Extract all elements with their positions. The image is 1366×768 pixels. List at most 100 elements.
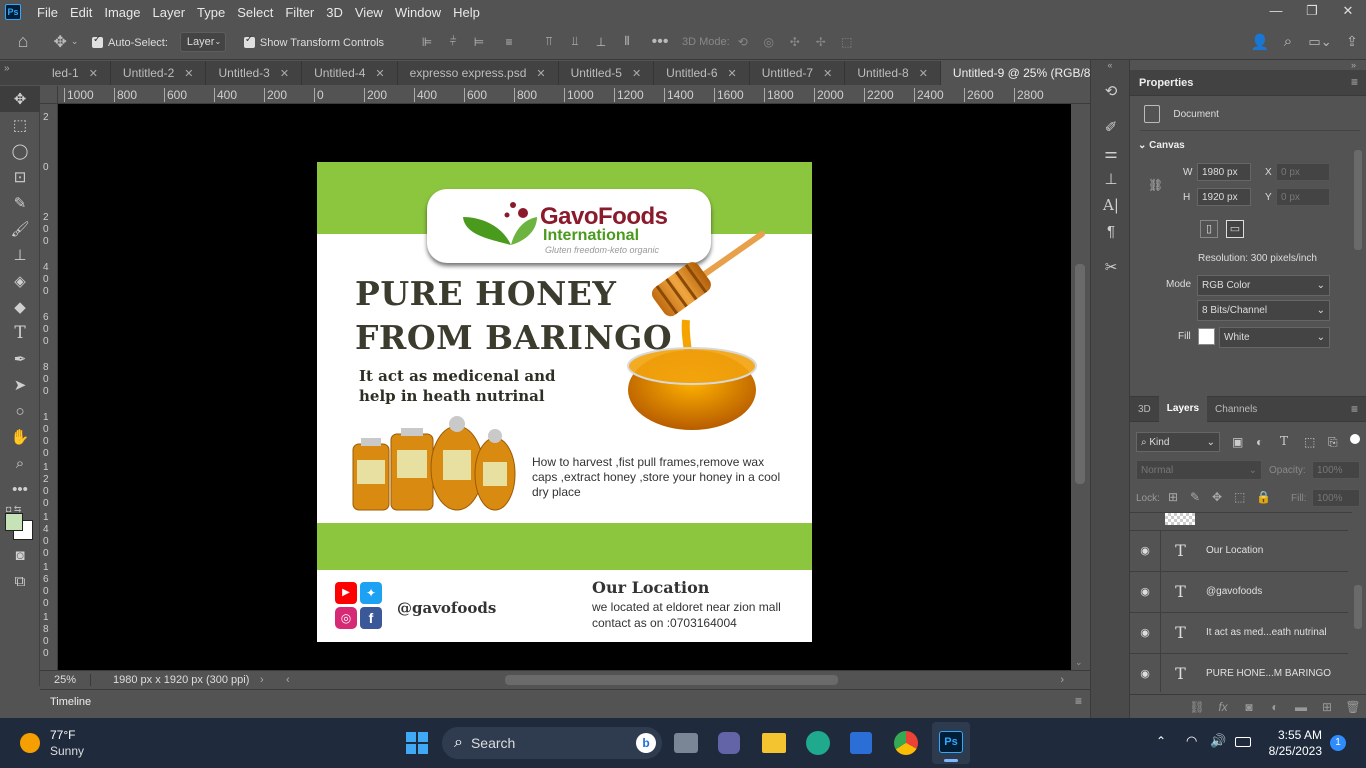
more-tools-icon[interactable]: ••• [0, 476, 40, 502]
tab-doc-5[interactable]: expresso express.psd ✕ [398, 61, 559, 85]
expand-panels-icon[interactable]: « [1091, 60, 1129, 78]
close-button[interactable]: ✕ [1330, 0, 1366, 24]
fill-swatch[interactable] [1198, 328, 1215, 345]
stamp-tool-icon[interactable]: ⊥ [0, 242, 40, 268]
vertical-scroll-thumb[interactable] [1075, 264, 1085, 484]
landscape-icon[interactable]: ▭ [1226, 220, 1244, 238]
marquee-tool-icon[interactable]: ⬚ [0, 112, 40, 138]
move-tool-icon[interactable]: ✥ [0, 86, 40, 112]
menu-help[interactable]: Help [447, 5, 486, 20]
filter-image-icon[interactable]: ▣ [1232, 435, 1243, 449]
layer-filter-dropdown[interactable]: ⌕ Kind ⌄ [1136, 432, 1220, 452]
menu-window[interactable]: Window [389, 5, 447, 20]
clock-time[interactable]: 3:55 AM [1270, 728, 1322, 742]
scroll-right-icon[interactable]: › [1060, 674, 1064, 686]
tab-doc-3[interactable]: Untitled-3 ✕ [206, 61, 303, 85]
vertical-scrollbar[interactable]: ⌄ [1071, 104, 1090, 670]
delete-layer-icon[interactable]: 🗑 [1340, 700, 1366, 714]
foreground-color-swatch[interactable] [5, 513, 23, 531]
x-field[interactable]: 0 px [1276, 163, 1330, 181]
adjustment-layer-icon[interactable]: ◐ [1262, 700, 1288, 714]
status-menu-icon[interactable]: › [260, 674, 280, 686]
eyedropper-icon[interactable]: ✎ [0, 190, 40, 216]
panel-collapse-icon[interactable]: » [0, 61, 40, 85]
tab-layers[interactable]: Layers [1158, 396, 1208, 422]
chrome-icon[interactable] [894, 731, 918, 755]
weather-temp[interactable]: 77°F [50, 728, 75, 742]
filter-toggle[interactable] [1350, 434, 1360, 444]
more-options-icon[interactable]: ••• [640, 33, 680, 51]
minimize-button[interactable]: — [1258, 0, 1294, 24]
weather-sun-icon[interactable] [20, 733, 40, 753]
wifi-icon[interactable]: ◠ [1186, 733, 1197, 749]
layer-fill-field[interactable]: 100% [1312, 489, 1360, 507]
weather-condition[interactable]: Sunny [50, 744, 84, 758]
align-bottom-icon[interactable]: ⊥ [588, 35, 614, 49]
artboard[interactable]: GavoFoods International Gluten freedom-k… [317, 162, 812, 642]
tab-doc-6[interactable]: Untitled-5 ✕ [559, 61, 655, 85]
align-center-icon[interactable]: ⫩ [440, 34, 466, 49]
tab-doc-7[interactable]: Untitled-6 ✕ [654, 61, 750, 85]
lock-position-icon[interactable]: ✥ [1212, 490, 1222, 504]
properties-tab[interactable]: Properties [1139, 77, 1193, 89]
link-icon[interactable]: ⛓ [1148, 178, 1163, 192]
add-mask-icon[interactable]: ◙ [1236, 700, 1262, 714]
color-swatches[interactable]: ◘ ⇆ [0, 502, 39, 542]
share-user-icon[interactable]: 👤 [1246, 33, 1274, 51]
properties-menu-icon[interactable]: ≡ [1351, 75, 1358, 89]
properties-scroll-thumb[interactable] [1354, 150, 1362, 250]
zoom-level[interactable]: 25% [40, 674, 90, 686]
pen-tool-icon[interactable]: ✒ [0, 346, 40, 372]
collapse-right-icon[interactable]: » [1351, 60, 1356, 70]
height-field[interactable]: 1920 px [1197, 188, 1251, 206]
layer-row[interactable]: ◉ T It act as med...eath nutrinal [1130, 612, 1348, 653]
scroll-left-icon[interactable]: ‹ [286, 674, 290, 686]
move-tool-icon[interactable]: ✥ ⌄ [46, 32, 86, 52]
clock-date[interactable]: 8/25/2023 [1264, 744, 1322, 758]
teams-icon[interactable] [718, 732, 740, 754]
edge-icon[interactable] [806, 731, 830, 755]
opacity-field[interactable]: 100% [1312, 461, 1360, 479]
eye-icon[interactable]: ◉ [1130, 544, 1160, 557]
layer-row[interactable]: ◉ T Our Location [1130, 530, 1348, 571]
screen-mode-icon[interactable]: ⧉ [0, 568, 40, 594]
tab-3d[interactable]: 3D [1130, 404, 1159, 415]
lock-all-icon[interactable]: 🔒 [1256, 490, 1271, 504]
new-layer-icon[interactable]: ⊞ [1314, 700, 1340, 714]
link-layers-icon[interactable]: ⛓ [1184, 700, 1210, 714]
paragraph-icon[interactable]: ¶ [1091, 218, 1131, 244]
lasso-tool-icon[interactable]: ◯ [0, 138, 40, 164]
menu-layer[interactable]: Layer [147, 5, 192, 20]
align-left-icon[interactable]: ⊫ [414, 35, 440, 49]
timeline-tab[interactable]: Timeline [50, 696, 91, 708]
brush-settings-icon[interactable]: ✐ [1091, 114, 1131, 140]
brush-tool-icon[interactable]: 🖌 [0, 216, 40, 242]
lock-pixels-icon[interactable]: ⊞ [1168, 490, 1178, 504]
roll-3d-icon[interactable]: ◎ [756, 35, 782, 49]
task-view-icon[interactable] [674, 733, 698, 753]
distribute-vertical-icon[interactable]: ⫴ [614, 34, 640, 49]
layer-row[interactable]: ◉ T @gavofoods [1130, 571, 1348, 612]
menu-3d[interactable]: 3D [320, 5, 349, 20]
path-select-icon[interactable]: ➤ [0, 372, 40, 398]
tab-doc-1[interactable]: led-1 ✕ [40, 61, 111, 85]
auto-select-dropdown[interactable]: Layer ⌄ [179, 31, 226, 52]
auto-select-checkbox[interactable]: Auto-Select: [92, 34, 168, 49]
quick-mask-icon[interactable]: ◙ [0, 542, 40, 568]
lock-paint-icon[interactable]: ✎ [1190, 490, 1200, 504]
scroll-down-icon[interactable]: ⌄ [1075, 657, 1083, 668]
new-group-icon[interactable]: ▬ [1288, 700, 1314, 714]
layer-style-icon[interactable]: fx [1210, 700, 1236, 714]
align-middle-icon[interactable]: ⫫ [562, 34, 588, 49]
windows-start-icon[interactable] [406, 732, 429, 754]
photoshop-taskbar-button[interactable]: Ps [932, 722, 970, 764]
filter-smart-icon[interactable]: ⎘ [1328, 435, 1338, 450]
adjustments-icon[interactable]: ⚌ [1091, 140, 1131, 166]
distribute-icon[interactable]: ≡ [492, 35, 526, 49]
tab-doc-4[interactable]: Untitled-4 ✕ [302, 61, 398, 85]
ellipse-tool-icon[interactable]: ○ [0, 398, 40, 424]
filter-type-icon[interactable]: T [1280, 434, 1288, 448]
blend-mode-dropdown[interactable]: Normal ⌄ [1136, 460, 1262, 480]
align-right-icon[interactable]: ⊨ [466, 35, 492, 49]
menu-file[interactable]: File [31, 5, 64, 20]
